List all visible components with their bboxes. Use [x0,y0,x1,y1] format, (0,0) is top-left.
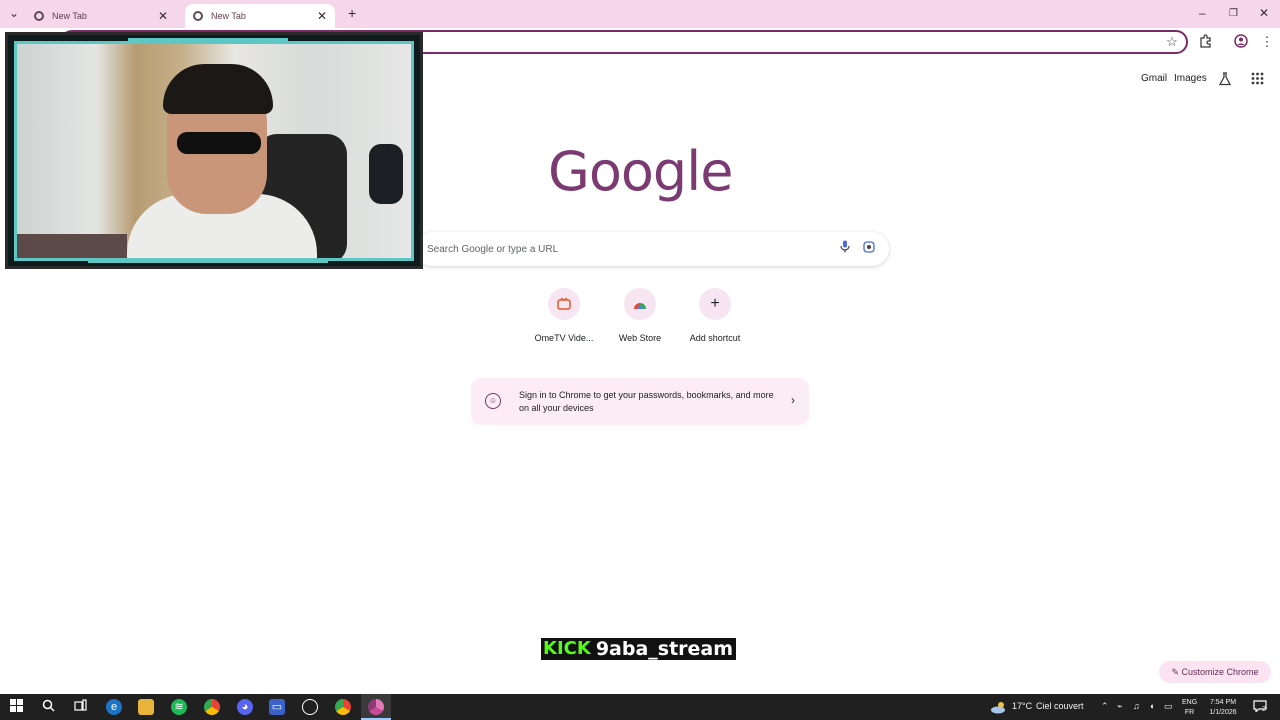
stream-username: 9aba_stream [592,638,737,660]
notification-count: 2 [1262,706,1266,713]
network-icon[interactable]: ▭ [1164,701,1173,712]
chevron-right-icon[interactable]: › [791,393,795,407]
chrome-icon [34,11,44,21]
weather-desc[interactable]: Ciel couvert [1036,701,1084,711]
customize-label: Customize Chrome [1181,667,1259,677]
plus-icon[interactable]: + [348,5,356,21]
search-input[interactable] [427,241,827,257]
notification-icon[interactable]: 2 [1253,699,1269,713]
signin-promo-card[interactable]: ☺ Sign in to Chrome to get your password… [471,378,809,425]
tab-title: New Tab [52,11,87,21]
windows-start-icon[interactable] [8,699,24,715]
microphone-icon[interactable] [836,240,854,258]
clock[interactable]: 7:54 PM 1/1/2026 [1203,698,1243,718]
kick-watermark: KICK 9aba_stream [541,637,737,661]
weather-cloud-icon [990,700,1008,719]
chrome-icon [193,11,203,21]
add-shortcut-button[interactable]: + Add shortcut [677,286,753,348]
search-icon[interactable] [40,699,56,715]
customize-chrome-button[interactable]: ✎ Customize Chrome [1159,661,1271,683]
webcam-video [14,41,414,261]
discord-icon[interactable]: ◕ [237,699,253,715]
images-link[interactable]: Images [1174,73,1207,84]
tab-2[interactable]: New Tab ✕ [185,4,335,28]
plus-icon: + [699,288,731,320]
language-indicator[interactable]: ENG FR [1182,698,1197,718]
lens-camera-icon[interactable] [860,240,878,258]
shortcut-webstore[interactable]: Web Store [602,286,678,348]
minimize-icon[interactable]: – [1199,6,1206,20]
weather-temp[interactable]: 17°C [1012,701,1032,711]
webstore-icon [624,288,656,320]
apps-grid-icon[interactable] [1251,72,1264,90]
shortcut-label: Web Store [618,333,662,343]
chrome-icon[interactable] [204,699,220,715]
taskbar [0,694,1280,720]
file-explorer-icon[interactable] [138,699,154,715]
lang-bottom: FR [1184,709,1195,716]
kebab-menu-icon[interactable]: ⋮ [1259,34,1275,50]
pencil-icon: ✎ [1171,667,1179,677]
usb-icon[interactable]: ⌁ [1117,701,1122,712]
profile-icon[interactable] [1233,34,1249,50]
speaker-icon[interactable]: ◖ [1149,701,1154,711]
webcam-overlay [5,32,423,269]
shortcut-label: Add shortcut [689,333,741,343]
chevron-up-icon[interactable]: ⌃ [1101,701,1109,712]
shortcut-label: OmeTV Vide... [534,333,594,343]
tab-title: New Tab [211,11,246,21]
account-circle-icon: ☺ [485,393,501,409]
chrome-pink-icon[interactable] [368,699,384,715]
clock-time: 7:54 PM [1209,699,1237,706]
kick-logo: KICK [541,638,593,660]
chevron-down-icon[interactable]: ⌄ [9,6,19,20]
labs-flask-icon[interactable] [1218,72,1232,91]
ometv-icon [548,288,580,320]
lang-top: ENG [1182,699,1198,706]
clock-date: 1/1/2026 [1209,709,1237,716]
search-box[interactable] [415,232,889,266]
chrome-profile-icon[interactable] [335,699,351,715]
desktop-app-icon[interactable]: ▭ [269,699,285,715]
google-logo: Google [548,140,733,203]
tab-1[interactable]: New Tab ✕ [26,4,176,28]
close-icon[interactable]: ✕ [1259,6,1269,20]
spotify-icon[interactable]: ≋ [171,699,187,715]
shortcut-ometv[interactable]: OmeTV Vide... [526,286,602,348]
gmail-link[interactable]: Gmail [1141,73,1167,84]
close-icon[interactable]: ✕ [158,9,168,23]
signin-promo-text: Sign in to Chrome to get your passwords,… [519,390,774,413]
puzzle-icon[interactable] [1198,34,1214,50]
edge-icon[interactable]: e [106,699,122,715]
task-view-icon[interactable] [72,699,88,715]
obs-icon[interactable] [302,699,318,715]
microphone-icon[interactable]: ♫ [1133,701,1140,711]
star-icon[interactable]: ☆ [1164,34,1180,50]
close-icon[interactable]: ✕ [317,9,327,23]
restore-icon[interactable]: ❐ [1229,8,1238,19]
